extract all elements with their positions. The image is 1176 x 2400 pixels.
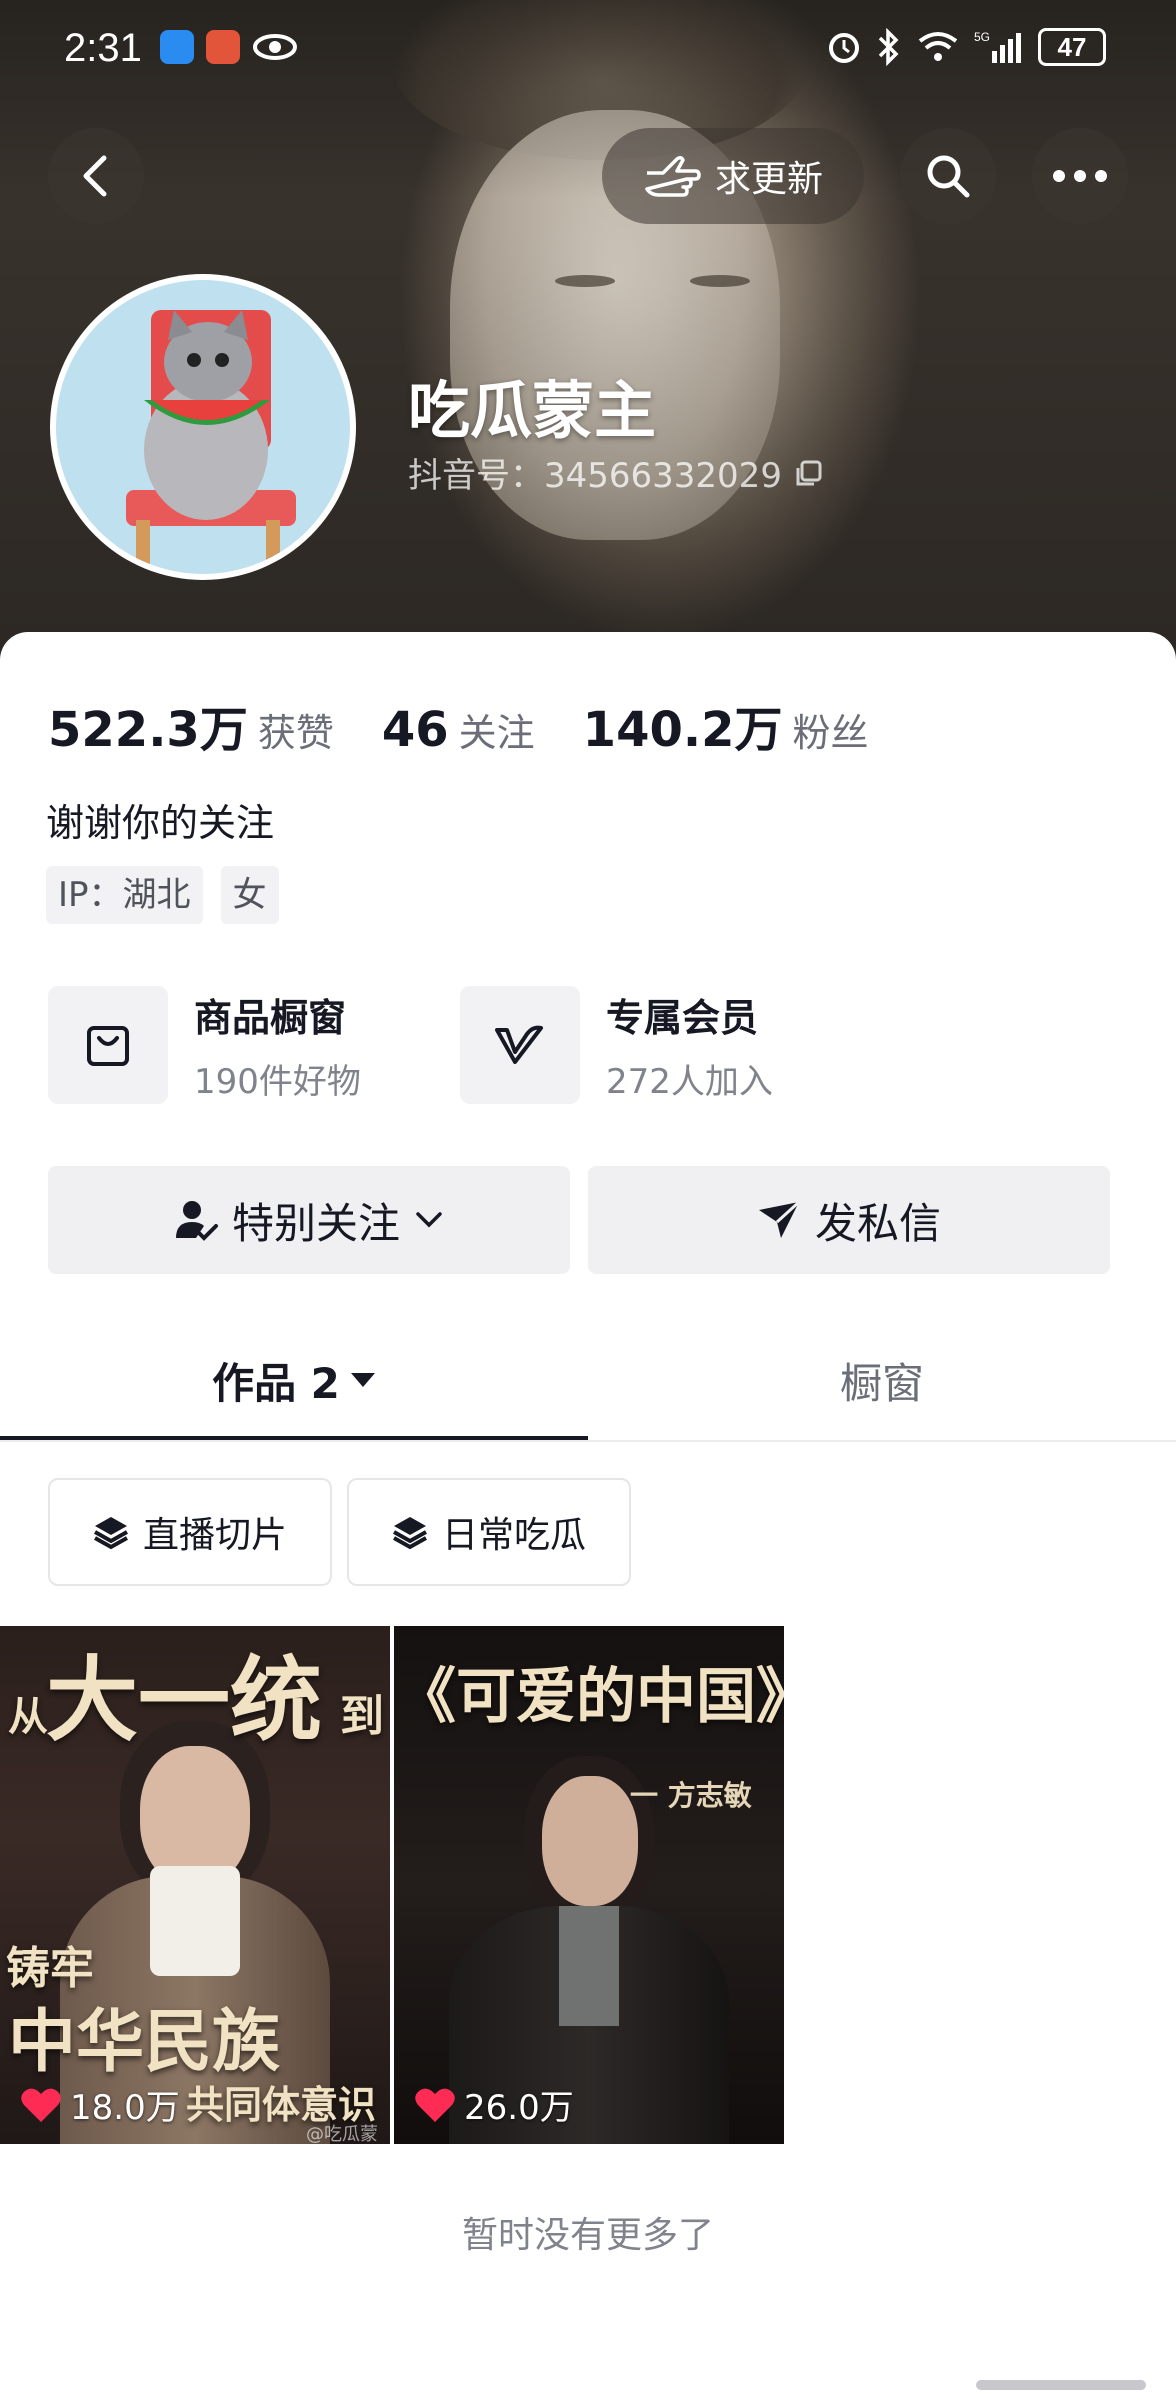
stats-row: 522.3万 获赞 46 关注 140.2万 粉丝 [48, 690, 869, 760]
membership-entry[interactable]: 专属会员 272人加入 [460, 986, 773, 1104]
douyin-id: 抖音号：34566332029 [408, 456, 782, 496]
ip-location-tag: IP：湖北 [46, 866, 203, 924]
likes-label: 获赞 [257, 711, 334, 755]
video-person-shirt [559, 1906, 619, 2026]
collection-label: 日常吃瓜 [441, 1515, 586, 1556]
copy-icon[interactable] [794, 458, 824, 488]
back-button[interactable] [48, 128, 144, 224]
signal-icon: 5G [974, 30, 1021, 63]
bluetooth-icon [878, 28, 899, 66]
collection-chip-daily-gossip[interactable]: 日常吃瓜 [347, 1478, 631, 1586]
svg-text:5G: 5G [974, 30, 990, 44]
video-thumbnail[interactable]: 《可爱的中国》 一 方志敏 26.0万 [394, 1626, 784, 2144]
pointing-hand-icon [645, 155, 701, 197]
status-left-icons [160, 30, 298, 64]
home-indicator[interactable] [976, 2380, 1146, 2390]
battery-icon: 47 [1038, 28, 1106, 66]
tab-showcase[interactable]: 橱窗 [588, 1320, 1176, 1440]
member-icon-box [460, 986, 580, 1104]
more-button[interactable] [1032, 128, 1128, 224]
followers-label[interactable]: 粉丝 [793, 702, 869, 757]
caret-down-icon [350, 1373, 375, 1387]
following-count[interactable]: 46 [382, 702, 449, 758]
send-icon [758, 1200, 800, 1238]
more-dots-icon [1053, 170, 1107, 182]
likes-count: 522.3万 [48, 702, 248, 758]
special-follow-label: 特别关注 [231, 1198, 400, 1248]
video-person-collar [150, 1866, 240, 1976]
followers-count[interactable]: 140.2万 [583, 690, 783, 760]
video-likes-count: 26.0万 [464, 2088, 574, 2128]
alarm-icon [829, 33, 859, 63]
shopping-bag-icon [87, 1026, 129, 1066]
send-message-button[interactable]: 发私信 [588, 1166, 1110, 1274]
tab-works-label: 作品 2 [212, 1358, 340, 1408]
request-update-label: 求更新 [714, 159, 823, 200]
shop-window-entry[interactable]: 商品橱窗 190件好物 [48, 986, 361, 1104]
avatar[interactable] [50, 274, 356, 580]
search-button[interactable] [900, 128, 996, 224]
chevron-down-icon [416, 1212, 442, 1228]
status-time: 2:31 [64, 26, 142, 70]
video-title-text: 到 [340, 1691, 384, 1742]
send-message-label: 发私信 [814, 1198, 941, 1248]
chevron-left-icon [83, 155, 107, 197]
collection-chip-live-clips[interactable]: 直播切片 [48, 1478, 332, 1586]
v-member-icon [495, 1025, 543, 1064]
shop-icon-box [48, 986, 168, 1104]
heart-icon [21, 2088, 61, 2122]
request-update-button[interactable]: 求更新 [602, 128, 864, 224]
no-more-text: 暂时没有更多了 [461, 2215, 714, 2256]
tab-works[interactable]: 作品 2 [0, 1320, 588, 1440]
shop-window-subtitle: 190件好物 [194, 1062, 361, 1102]
heart-icon [415, 2088, 455, 2122]
profile-tags: IP：湖北 女 [46, 866, 279, 924]
special-follow-button[interactable]: 特别关注 [48, 1166, 570, 1274]
video-title-text: 《可爱的中国》 [396, 1662, 784, 1732]
membership-title: 专属会员 [606, 996, 759, 1040]
membership-subtitle: 272人加入 [606, 1062, 773, 1102]
user-check-icon [175, 1201, 218, 1241]
layers-icon [94, 1517, 128, 1550]
video-likes: 18.0万 [20, 2080, 180, 2129]
profile-name: 吃瓜蒙主 [408, 374, 657, 447]
tab-divider [0, 1440, 1176, 1442]
video-person-face [542, 1776, 638, 1906]
bio-text: 谢谢你的关注 [46, 801, 275, 845]
video-thumbnail[interactable]: 从 大一统 到 铸牢 中华民族 共同体意识 @吃瓜蒙主 18.0万 [0, 1626, 390, 2144]
eye-icon [253, 34, 297, 60]
monkey-app-icon [206, 30, 240, 64]
wifi-icon [918, 32, 958, 61]
video-likes-count: 18.0万 [70, 2088, 180, 2128]
video-byline: 一 方志敏 [630, 1779, 752, 1812]
video-likes: 26.0万 [414, 2080, 574, 2129]
battery-level: 47 [1057, 31, 1087, 62]
shield-app-icon [160, 30, 194, 64]
video-title-text: 从 [8, 1693, 48, 1740]
video-watermark: @吃瓜蒙主 [306, 2124, 378, 2144]
collection-label: 直播切片 [142, 1515, 287, 1556]
tab-showcase-label: 橱窗 [839, 1358, 924, 1408]
video-title-text: 大一统 [46, 1646, 323, 1754]
layers-icon [393, 1517, 427, 1550]
douyin-id-row[interactable]: 抖音号：34566332029 [408, 448, 824, 497]
video-title-text: 中华民族 [8, 2002, 281, 2082]
shop-window-title: 商品橱窗 [194, 996, 347, 1040]
gender-tag: 女 [220, 866, 279, 924]
status-right-icons: 5G 47 [826, 28, 1106, 66]
video-person-face [140, 1746, 250, 1886]
search-icon [927, 155, 970, 198]
following-label[interactable]: 关注 [459, 702, 535, 757]
avatar-cat-image [56, 280, 350, 574]
